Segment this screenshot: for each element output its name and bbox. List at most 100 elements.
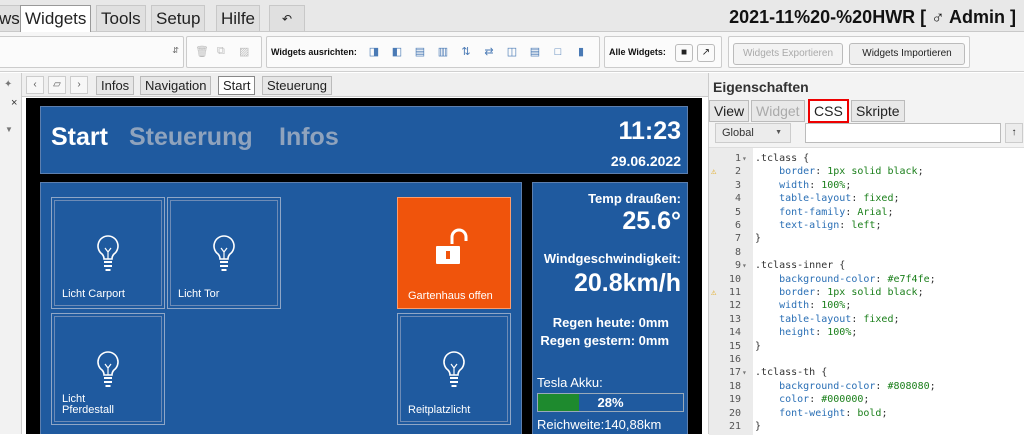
code-token: table-layout <box>755 313 852 325</box>
close-icon[interactable]: × <box>11 97 17 109</box>
trash-icon[interactable]: 🗑 <box>195 45 209 58</box>
code-token: ; <box>881 407 888 419</box>
chevron-down-icon[interactable]: ▼ <box>5 125 13 134</box>
code-line: 18 background-color: #808080; <box>709 380 1024 393</box>
all-widgets-group: Alle Widgets: ■ ↗ <box>604 36 722 68</box>
fold-icon[interactable]: ▾ <box>742 152 747 165</box>
code-token: width <box>755 300 810 312</box>
fold-icon[interactable]: ▾ <box>742 366 747 379</box>
tab-widget[interactable]: Widget <box>751 100 805 122</box>
scope-select[interactable]: Global ▼ <box>715 123 791 143</box>
trash-view-icon[interactable]: ▱ <box>48 76 66 94</box>
lightbulb-icon <box>97 235 119 271</box>
line-number: 21 <box>728 421 741 432</box>
nav-infos[interactable]: Infos <box>279 123 339 152</box>
fold-icon[interactable]: ▾ <box>742 259 747 272</box>
tile-gartenhaus[interactable]: Gartenhaus offen <box>397 197 511 309</box>
tab-infos[interactable]: Infos <box>96 76 135 95</box>
tile-reitplatzlicht[interactable]: Reitplatzlicht <box>397 313 511 425</box>
copy-icon[interactable]: ⧉ <box>217 45 225 58</box>
code-token: ; <box>845 179 852 191</box>
distribute-h-icon[interactable]: ◫ <box>505 45 519 59</box>
info-panel: Temp draußen: 25.6° Windgeschwindigkeit:… <box>532 182 688 434</box>
pin-icon[interactable]: ✦ <box>4 79 12 90</box>
undo-button[interactable]: ↶ <box>269 5 305 31</box>
code-line: 15} <box>709 340 1024 353</box>
code-line: 14 height: 100%; <box>709 326 1024 339</box>
select-arrow-icon: ⇵ <box>172 46 179 55</box>
tab-start[interactable]: Start <box>218 76 256 95</box>
css-editor[interactable]: 1 ▾ .tclass {⚠ 2 border: 1px solid black; 3 … <box>709 147 1024 435</box>
same-width-icon[interactable]: □ <box>551 45 565 59</box>
align-right-icon[interactable]: ◧ <box>390 45 404 59</box>
code-line: 10 background-color: #e7f4fe; <box>709 273 1024 286</box>
battery-label: Tesla Akku: <box>537 375 603 390</box>
tab-steuerung[interactable]: Steuerung <box>262 76 332 95</box>
code-token: #e7f4fe <box>887 273 930 285</box>
line-number: 18 <box>728 380 741 392</box>
code-token: ; <box>851 327 858 339</box>
menu-tab-tools[interactable]: Tools <box>96 5 146 31</box>
code-text: .tclass-inner { <box>755 259 845 272</box>
code-text: table-layout: fixed; <box>755 313 899 326</box>
tile-licht-carport[interactable]: Licht Carport <box>51 197 165 309</box>
code-text: border: 1px solid black; <box>755 165 924 178</box>
code-token: : <box>809 179 822 191</box>
tile-label: Licht Tor <box>178 288 220 300</box>
lock-all-icon[interactable]: ■ <box>675 44 693 62</box>
import-widgets-button[interactable]: Widgets Importieren <box>849 43 965 65</box>
menu-tab-hilfe[interactable]: Hilfe <box>216 5 261 31</box>
external-link-icon[interactable]: ↗ <box>697 44 715 62</box>
code-token: font-weight <box>755 407 846 419</box>
menu-tab-setup[interactable]: Setup <box>151 5 206 31</box>
chevron-right-icon[interactable]: › <box>70 76 88 94</box>
menu-tab-widgets[interactable]: Widgets <box>20 5 92 32</box>
tab-view[interactable]: View <box>709 100 750 122</box>
line-number: 1 <box>734 153 741 164</box>
code-token: : <box>845 407 858 419</box>
code-token: text-align <box>755 220 840 231</box>
widget-select[interactable]: ⇵ <box>0 36 184 68</box>
code-text: height: 100%; <box>755 326 857 339</box>
code-line: 7} <box>709 232 1024 245</box>
code-text: width: 100%; <box>755 179 851 192</box>
code-token: background-color <box>755 380 876 392</box>
code-text: } <box>755 232 761 245</box>
code-text: color: #000000; <box>755 393 869 406</box>
nav-steuerung[interactable]: Steuerung <box>129 123 253 152</box>
align-center-h-icon[interactable]: ⇄ <box>482 45 496 59</box>
css-search-input[interactable] <box>805 123 1001 143</box>
arrow-up-icon[interactable]: ↑ <box>1005 123 1023 143</box>
code-line: ⚠ 2 border: 1px solid black; <box>709 165 1024 178</box>
same-height-icon[interactable]: ▮ <box>574 45 588 59</box>
code-token: .tclass <box>755 153 804 164</box>
view-tabs-bar: ‹ ▱ › Infos Navigation Start Steuerung <box>22 73 708 97</box>
tile-licht-tor[interactable]: Licht Tor <box>167 197 281 309</box>
code-text: .tclass-th { <box>755 366 827 379</box>
line-number: 20 <box>728 407 741 419</box>
lock-widget-icon[interactable]: ▨ <box>239 45 249 58</box>
tab-skripte[interactable]: Skripte <box>851 100 905 122</box>
tile-label: Gartenhaus offen <box>408 290 493 302</box>
chevron-left-icon[interactable]: ‹ <box>26 76 44 94</box>
tile-label: Reitplatzlicht <box>408 404 471 416</box>
menu-bar: ws Widgets Tools Setup Hilfe ↶ 2021-11%2… <box>0 0 1024 32</box>
battery-bar: 28% <box>537 393 684 412</box>
code-token: fixed <box>863 193 894 205</box>
export-widgets-button[interactable]: Widgets Exportieren <box>733 43 843 65</box>
all-widgets-label: Alle Widgets: <box>609 47 666 57</box>
align-center-v-icon[interactable]: ⇅ <box>459 45 473 59</box>
left-collapsed-panel: ✦ × ▼ <box>0 73 22 434</box>
align-top-icon[interactable]: ▤ <box>413 45 427 59</box>
code-token: ; <box>893 193 900 205</box>
code-line: 9 ▾ .tclass-inner { <box>709 259 1024 272</box>
distribute-v-icon[interactable]: ▤ <box>528 45 542 59</box>
nav-start[interactable]: Start <box>51 123 108 152</box>
tab-css[interactable]: CSS <box>808 99 849 123</box>
code-token: height <box>755 327 816 339</box>
tab-navigation[interactable]: Navigation <box>140 76 212 95</box>
align-left-icon[interactable]: ◨ <box>367 45 381 59</box>
align-bottom-icon[interactable]: ▥ <box>436 45 450 59</box>
code-token: { <box>821 367 828 379</box>
tile-licht-pferdestall[interactable]: Licht Pferdestall <box>51 313 165 425</box>
